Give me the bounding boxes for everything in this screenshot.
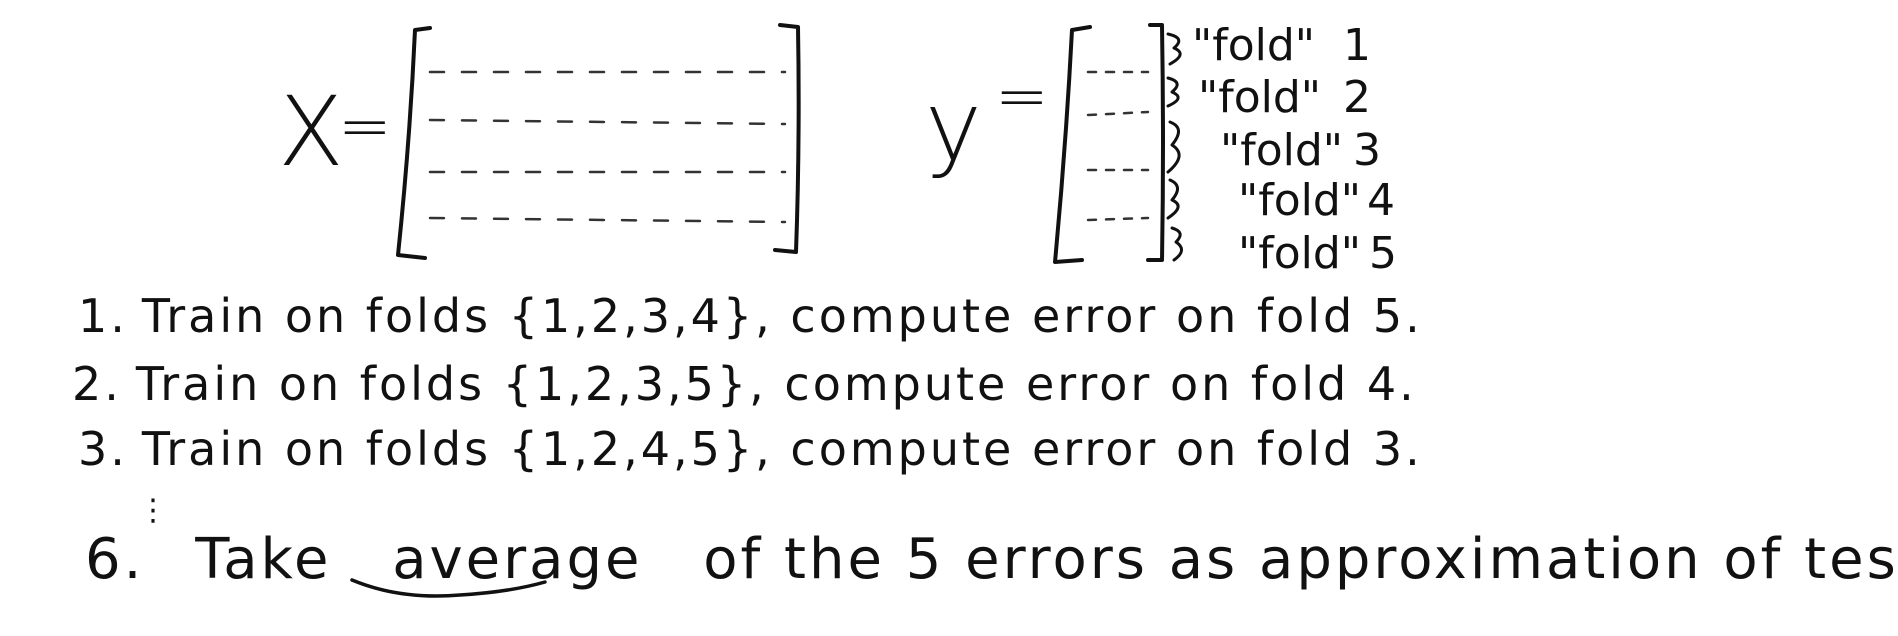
step-6-rest: of the 5 errors as approximation of test… <box>703 527 1898 592</box>
y-vector <box>1053 23 1165 264</box>
fold-braces <box>1166 32 1183 262</box>
fold-label-5: "fold" 5 <box>1238 228 1397 279</box>
step-6-average: average <box>392 527 642 592</box>
fold-brace-3 <box>1166 120 1181 174</box>
step-ellipsis: ⋮ <box>138 493 168 528</box>
step-3-text: Train on folds {1,2,4,5}, compute error … <box>141 422 1423 476</box>
x-equals-sign: = <box>338 90 392 164</box>
x-matrix <box>396 23 801 260</box>
fold-label-3: "fold" 3 <box>1220 125 1381 176</box>
fold-brace-1 <box>1166 32 1182 66</box>
x-matrix-row-4 <box>428 216 787 224</box>
whiteboard-diagram: X = y = "fold" 1 "fold" 2 "fold" 3 "fold… <box>72 20 1898 598</box>
step-2-number: 2. <box>72 357 122 411</box>
x-matrix-left-bracket <box>396 26 432 260</box>
x-matrix-right-bracket <box>773 23 801 254</box>
step-6-number: 6. <box>85 527 144 592</box>
y-vector-row-2 <box>1086 110 1150 117</box>
step-2: 2. Train on folds {1,2,3,5}, compute erro… <box>72 357 1417 411</box>
y-vector-left-bracket <box>1053 25 1092 264</box>
fold-brace-5 <box>1170 226 1183 262</box>
step-1-number: 1. <box>78 289 128 343</box>
step-list: 1. Train on folds {1,2,3,4}, compute erro… <box>72 289 1423 476</box>
fold-label-1: "fold" 1 <box>1192 20 1371 71</box>
y-vector-right-bracket <box>1146 23 1165 262</box>
x-matrix-row-2 <box>428 118 787 126</box>
step-3: 3. Train on folds {1,2,4,5}, compute erro… <box>78 422 1423 476</box>
fold-label-2: "fold" 2 <box>1198 72 1371 123</box>
step-6-take: Take <box>194 527 331 592</box>
step-1-text: Train on folds {1,2,3,4}, compute error … <box>141 289 1423 343</box>
step-3-number: 3. <box>78 422 128 476</box>
x-variable: X <box>278 76 344 188</box>
fold-label-4: "fold" 4 <box>1238 175 1395 226</box>
fold-brace-4 <box>1166 178 1180 220</box>
fold-brace-2 <box>1166 76 1180 108</box>
y-vector-row-4 <box>1086 216 1150 222</box>
fold-labels: "fold" 1 "fold" 2 "fold" 3 "fold" 4 "fold" 5 <box>1192 20 1397 279</box>
step-2-text: Train on folds {1,2,3,5}, compute error … <box>135 357 1417 411</box>
y-equals-sign: = <box>995 60 1049 134</box>
y-variable: y <box>925 71 982 183</box>
step-1: 1. Train on folds {1,2,3,4}, compute erro… <box>78 289 1423 343</box>
